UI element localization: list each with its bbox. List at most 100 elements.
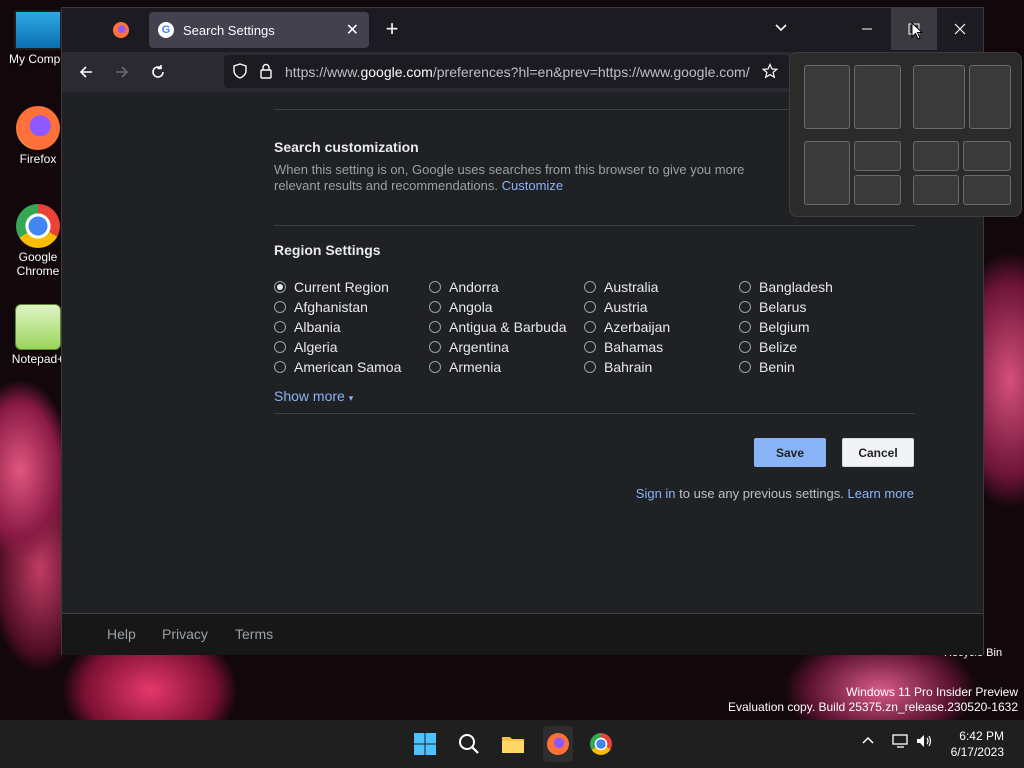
region-radio-option[interactable]: Afghanistan [274, 299, 368, 315]
snap-zone[interactable] [913, 175, 959, 205]
bookmark-star-icon[interactable] [762, 63, 778, 79]
snap-zone[interactable] [969, 65, 1011, 129]
radio-button[interactable] [739, 361, 751, 373]
region-radio-option[interactable]: Bahrain [584, 359, 652, 375]
region-radio-option[interactable]: Andorra [429, 279, 499, 295]
network-icon[interactable] [892, 734, 910, 751]
desktop-icon-my-computer[interactable]: My Compu [8, 10, 68, 66]
arrow-left-icon [79, 66, 92, 78]
radio-button[interactable] [584, 281, 596, 293]
region-radio-option[interactable]: Armenia [429, 359, 501, 375]
region-radio-option[interactable]: Australia [584, 279, 658, 295]
minimize-button[interactable] [844, 8, 890, 50]
close-tab-icon[interactable]: ✕ [346, 20, 359, 40]
url-text[interactable]: https://www.google.com/preferences?hl=en… [285, 64, 750, 80]
minimize-icon [862, 28, 872, 30]
mouse-cursor-icon [911, 22, 923, 40]
pinned-tab-firefox[interactable] [106, 14, 136, 46]
close-window-button[interactable] [937, 8, 983, 50]
radio-button[interactable] [429, 301, 441, 313]
radio-button[interactable] [739, 281, 751, 293]
show-hidden-icons-chevron-up-icon[interactable] [862, 734, 874, 750]
radio-button[interactable] [584, 361, 596, 373]
volume-icon[interactable] [916, 734, 934, 751]
snap-zone[interactable] [913, 65, 965, 129]
taskbar-chrome-button[interactable] [587, 730, 615, 758]
region-radio-option[interactable]: Austria [584, 299, 648, 315]
region-radio-option[interactable]: Antigua & Barbuda [429, 319, 567, 335]
region-radio-option[interactable]: Argentina [429, 339, 509, 355]
snap-zone[interactable] [854, 175, 901, 205]
region-radio-option[interactable]: Bangladesh [739, 279, 833, 295]
radio-label: Benin [759, 359, 795, 375]
address-bar[interactable]: https://www.google.com/preferences?hl=en… [224, 55, 790, 88]
region-radio-option[interactable]: Angola [429, 299, 493, 315]
desktop-icon-firefox[interactable]: Firefox [8, 106, 68, 166]
shield-icon[interactable] [232, 63, 248, 79]
new-tab-button[interactable]: + [380, 18, 404, 40]
radio-button[interactable] [274, 281, 286, 293]
snap-zone[interactable] [854, 141, 901, 171]
radio-button[interactable] [739, 321, 751, 333]
region-radio-option[interactable]: Belgium [739, 319, 810, 335]
search-button[interactable] [455, 730, 483, 758]
desktop-icon-notepad-plus[interactable]: Notepad+ [8, 304, 68, 366]
radio-button[interactable] [429, 281, 441, 293]
radio-button[interactable] [584, 301, 596, 313]
radio-button[interactable] [274, 341, 286, 353]
region-radio-option[interactable]: American Samoa [274, 359, 401, 375]
snap-zone[interactable] [804, 141, 850, 205]
region-radio-option[interactable]: Bahamas [584, 339, 663, 355]
show-more-link[interactable]: Show more ▾ [274, 388, 353, 404]
region-radio-option[interactable]: Benin [739, 359, 795, 375]
forward-button[interactable] [110, 60, 134, 84]
tab-search-settings[interactable]: G Search Settings ✕ [149, 12, 369, 48]
radio-button[interactable] [739, 341, 751, 353]
sign-in-link[interactable]: Sign in [636, 486, 676, 501]
radio-label: Albania [294, 319, 341, 335]
reload-button[interactable] [146, 60, 170, 84]
radio-button[interactable] [584, 341, 596, 353]
snap-zone[interactable] [854, 65, 901, 129]
desktop-icon-google-chrome[interactable]: Google Chrome [8, 204, 68, 278]
start-button[interactable] [411, 730, 439, 758]
tab-bar: G Search Settings ✕ + [62, 8, 983, 52]
region-radio-option[interactable]: Belize [739, 339, 797, 355]
footer-help-link[interactable]: Help [107, 626, 136, 642]
radio-label: Angola [449, 299, 493, 315]
region-radio-option[interactable]: Azerbaijan [584, 319, 670, 335]
radio-button[interactable] [274, 301, 286, 313]
radio-button[interactable] [429, 321, 441, 333]
footer-terms-link[interactable]: Terms [235, 626, 273, 642]
save-button[interactable]: Save [754, 438, 826, 467]
radio-button[interactable] [429, 361, 441, 373]
radio-button[interactable] [739, 301, 751, 313]
region-radio-option[interactable]: Albania [274, 319, 341, 335]
snap-zone[interactable] [913, 141, 959, 171]
list-all-tabs-chevron-down-icon[interactable] [774, 20, 788, 39]
radio-label: Australia [604, 279, 659, 295]
back-button[interactable] [74, 60, 98, 84]
lock-icon[interactable] [259, 63, 273, 79]
radio-button[interactable] [429, 341, 441, 353]
snap-zone[interactable] [804, 65, 850, 129]
region-radio-option[interactable]: Belarus [739, 299, 806, 315]
radio-button[interactable] [274, 321, 286, 333]
snap-zone[interactable] [963, 175, 1011, 205]
snap-zone[interactable] [963, 141, 1011, 171]
region-radio-option[interactable]: Algeria [274, 339, 338, 355]
taskbar-firefox-button[interactable] [543, 726, 573, 762]
customize-link[interactable]: Customize [502, 178, 563, 193]
cancel-button[interactable]: Cancel [842, 438, 914, 467]
footer-privacy-link[interactable]: Privacy [162, 626, 208, 642]
learn-more-link[interactable]: Learn more [848, 486, 914, 501]
clock-time: 6:42 PM [959, 729, 1004, 743]
file-explorer-button[interactable] [499, 730, 527, 758]
system-clock[interactable]: 6:42 PM 6/17/2023 [951, 728, 1004, 760]
radio-button[interactable] [274, 361, 286, 373]
folder-icon [502, 737, 524, 753]
region-radio-option[interactable]: Current Region [274, 279, 389, 295]
windows-logo-icon [414, 733, 436, 755]
radio-button[interactable] [584, 321, 596, 333]
page-footer: Help Privacy Terms [62, 613, 983, 655]
